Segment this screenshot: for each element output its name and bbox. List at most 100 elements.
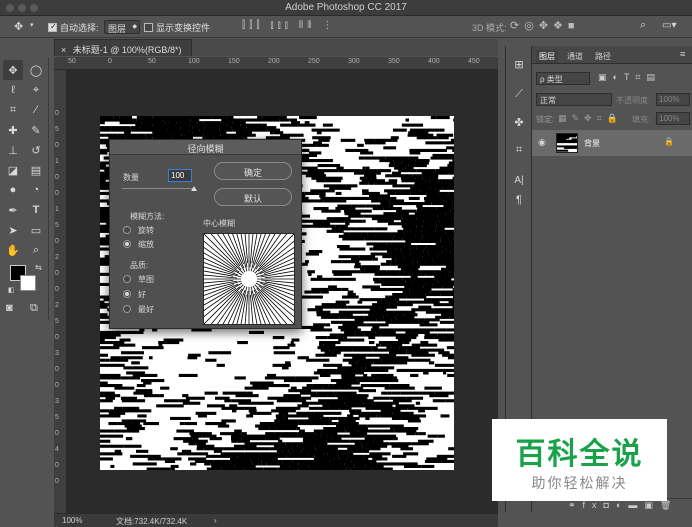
curves-panel-icon[interactable]: ⟋ [509, 84, 529, 104]
ruler-left-label: 0 [55, 110, 59, 117]
fill-field[interactable]: 100% [656, 112, 690, 125]
noise-streak [316, 179, 325, 183]
lasso-tool-icon[interactable]: ℓ [3, 80, 23, 100]
quick-mask-icon[interactable]: ◙ [6, 302, 13, 314]
brush-tool-icon[interactable]: ✎ [26, 120, 46, 140]
tab-close-icon[interactable]: × [61, 45, 66, 55]
dodge-tool-icon[interactable]: ◔ [26, 180, 46, 200]
libraries-panel-icon[interactable]: ✤ [509, 112, 529, 132]
noise-streak [382, 429, 395, 433]
noise-streak [100, 409, 110, 413]
blur-center-preview[interactable] [185, 215, 313, 343]
default-button[interactable]: 默认 [214, 188, 292, 206]
document-tab[interactable]: × 未标题-1 @ 100%(RGB/8*) * [54, 39, 192, 66]
noise-streak [447, 356, 454, 360]
eraser-tool-icon[interactable]: ◪ [3, 160, 23, 180]
noise-streak [163, 341, 180, 345]
gradient-tool-icon[interactable]: ▤ [26, 160, 46, 180]
layer-row-background[interactable]: ◉ 背景 🔒 [532, 130, 692, 156]
noise-streak [258, 427, 270, 431]
quick-select-tool-icon[interactable]: ⌖ [26, 80, 46, 100]
visibility-eye-icon[interactable]: ◉ [538, 137, 546, 148]
show-transform-checkbox[interactable] [144, 22, 153, 33]
noise-streak [332, 467, 347, 470]
tools-panel: ✥ ◯ ℓ ⌖ ⌗ ⁄ ✚ ✎ ⊥ ↺ ◪ ▤ ● ◔ ✒ T ➤ ▭ ✋ ⌕ … [0, 58, 49, 320]
amount-input[interactable] [168, 169, 192, 182]
noise-streak [136, 384, 146, 388]
marquee-tool-icon[interactable]: ◯ [26, 60, 46, 80]
swap-colors-icon[interactable]: ⇆ [35, 263, 42, 272]
noise-streak [325, 323, 331, 327]
noise-streak [276, 427, 297, 431]
blend-mode-dropdown[interactable]: 正常 [536, 93, 612, 106]
screen-mode-icon[interactable]: ⧉ [30, 302, 38, 315]
noise-streak [447, 373, 454, 377]
default-colors-icon[interactable]: ◧ [8, 286, 15, 294]
crop-tool-icon[interactable]: ⌗ [3, 100, 23, 120]
character-panel-icon[interactable]: A| [509, 170, 529, 190]
opacity-field[interactable]: 100% [656, 93, 690, 106]
clone-stamp-icon[interactable]: ⊥ [3, 140, 23, 160]
quality-good-radio[interactable] [123, 290, 131, 298]
move-tool-icon[interactable]: ✥ [3, 60, 23, 80]
noise-streak [232, 409, 237, 413]
noise-streak [429, 394, 449, 398]
amount-slider-track[interactable] [122, 188, 194, 189]
lock-icons[interactable]: ▦✎✥⌗🔒 [558, 113, 623, 124]
layer-filter-icons[interactable]: ▣◐T⌗▤ [598, 72, 661, 83]
noise-streak [321, 315, 340, 319]
noise-streak [356, 227, 369, 231]
align-icons[interactable]: ⫿⫿⫿ ⫾⫾⫾ ⦀⦀ ⋮ [242, 20, 336, 31]
path-select-icon[interactable]: ➤ [3, 220, 23, 240]
3d-tool-icons[interactable]: ⟳◎✥❖■ [510, 19, 580, 32]
ok-button[interactable]: 确定 [214, 162, 292, 180]
noise-streak [557, 149, 569, 152]
rectangle-tool-icon[interactable]: ▭ [26, 220, 46, 240]
type-tool-icon[interactable]: T [26, 200, 46, 220]
history-brush-icon[interactable]: ↺ [26, 140, 46, 160]
noise-streak [188, 442, 196, 446]
panel-menu-icon[interactable]: ≡ [680, 49, 685, 59]
hand-tool-icon[interactable]: ✋ [3, 240, 23, 260]
auto-select-checkbox[interactable]: ✓ [48, 22, 57, 33]
noise-streak [357, 379, 378, 383]
pen-tool-icon[interactable]: ✒ [3, 200, 23, 220]
noise-streak [136, 449, 149, 453]
search-icon[interactable]: ⌕ [640, 19, 646, 32]
workspace-icon[interactable]: ▭▾ [662, 20, 676, 31]
method-spin-radio[interactable] [123, 226, 131, 234]
move-tool-icon[interactable]: ✥ [14, 20, 23, 33]
noise-streak [297, 454, 315, 458]
paragraph-panel-icon[interactable]: ¶ [509, 190, 529, 210]
noise-streak [221, 467, 245, 470]
amount-slider-thumb[interactable] [191, 186, 197, 191]
tab-channels[interactable]: 通道 [564, 50, 586, 63]
learn-panel-icon[interactable]: ⊞ [509, 54, 529, 74]
watermark-main: 百科全说 [515, 438, 644, 471]
noise-streak [346, 467, 351, 470]
background-color-swatch[interactable] [20, 275, 36, 291]
tool-preset-chevron-icon[interactable]: ▾ [30, 21, 34, 29]
zoom-tool-icon[interactable]: ⌕ [26, 240, 46, 260]
eyedropper-tool-icon[interactable]: ⁄ [26, 100, 46, 120]
auto-select-dropdown[interactable]: 图层 ◆ [104, 20, 140, 34]
tab-paths[interactable]: 路径 [592, 50, 614, 63]
ruler-left-label: 0 [55, 190, 59, 197]
noise-streak [391, 391, 401, 395]
zoom-level[interactable]: 100% [62, 516, 82, 525]
status-expand-icon[interactable]: › [214, 516, 217, 525]
tab-layers[interactable]: 图层 [536, 50, 558, 63]
healing-brush-icon[interactable]: ✚ [3, 120, 23, 140]
noise-streak [400, 447, 413, 451]
blur-tool-icon[interactable]: ● [3, 180, 23, 200]
noise-streak [355, 219, 363, 223]
ruler-top-label: 50 [148, 58, 156, 65]
quality-draft-radio[interactable] [123, 275, 131, 283]
layer-action-icons[interactable]: ⚭fx◘◐▬▣🗑 [568, 500, 678, 511]
crop-panel-icon[interactable]: ⌗ [509, 140, 529, 160]
method-zoom-radio[interactable] [123, 240, 131, 248]
noise-streak [373, 361, 391, 365]
ruler-left-label: 3 [55, 398, 59, 405]
layer-filter-dropdown[interactable]: ρ 类型 [536, 72, 590, 85]
quality-best-radio[interactable] [123, 305, 131, 313]
